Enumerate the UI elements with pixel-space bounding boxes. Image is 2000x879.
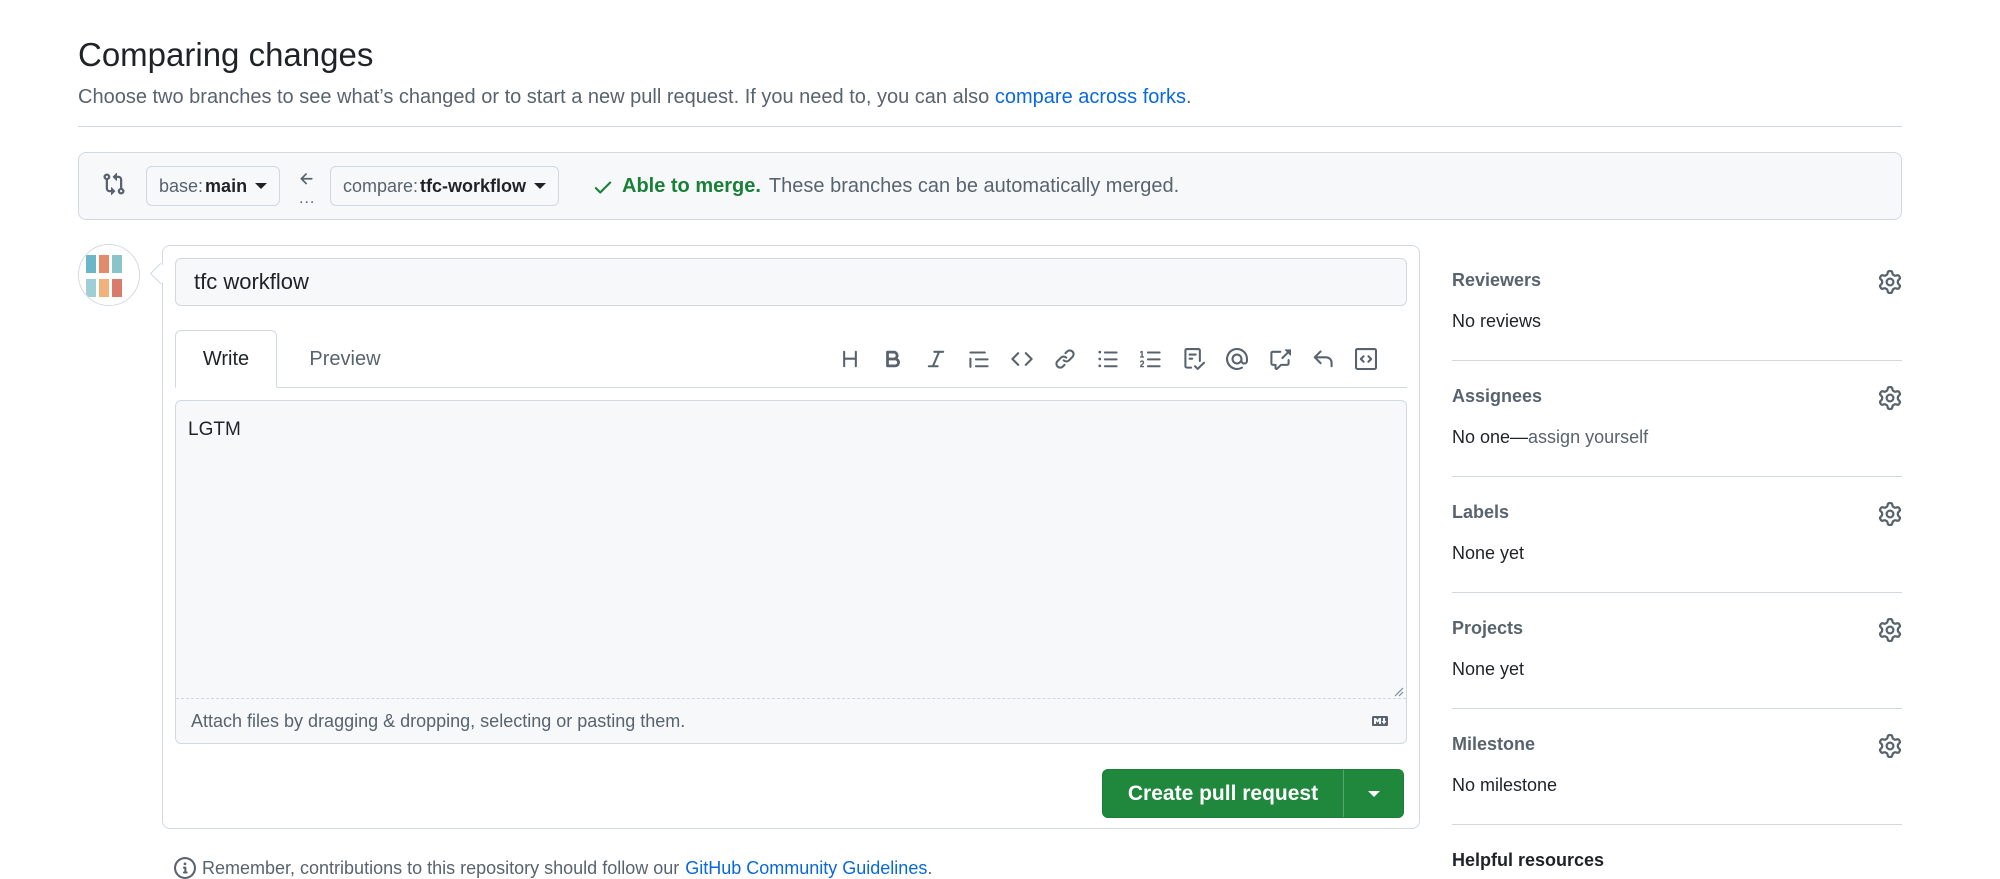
- heading-icon: [843, 350, 857, 368]
- gear-icon[interactable]: [1878, 386, 1902, 410]
- compare-prefix: compare:: [343, 175, 419, 196]
- italic-button[interactable]: [922, 345, 950, 373]
- bold-button[interactable]: [879, 345, 907, 373]
- sidebar-helpful-resources: Helpful resources: [1452, 850, 1902, 871]
- sidebar-divider: [1452, 824, 1902, 825]
- header-divider: [78, 126, 1902, 127]
- merge-status-text: These branches can be automatically merg…: [768, 175, 1180, 197]
- base-prefix: base:: [159, 175, 204, 196]
- link-icon: [1055, 349, 1075, 369]
- contribution-text: Remember, contributions to this reposito…: [202, 857, 680, 878]
- labels-heading: Labels: [1452, 502, 1510, 522]
- markdown-icon[interactable]: [1368, 713, 1392, 729]
- cross-reference-button[interactable]: [1266, 345, 1294, 373]
- gear-icon[interactable]: [1878, 270, 1902, 294]
- pr-body-textarea[interactable]: LGTM: [176, 401, 1406, 698]
- mention-icon: [1226, 348, 1248, 370]
- link-button[interactable]: [1051, 345, 1079, 373]
- reply-button[interactable]: [1309, 345, 1337, 373]
- task-list-button[interactable]: [1180, 345, 1208, 373]
- ordered-list-button[interactable]: [1137, 345, 1165, 373]
- sidebar-divider: [1452, 360, 1902, 361]
- code-icon: [1011, 352, 1033, 366]
- sidebar-assignees: Assignees No one—assign yourself: [1452, 386, 1902, 448]
- contribution-notice: Remember, contributions to this reposito…: [174, 857, 932, 879]
- ordered-list-icon: [1140, 350, 1161, 368]
- resize-handle-icon[interactable]: [1392, 685, 1404, 697]
- create-pull-request-button[interactable]: Create pull request: [1103, 770, 1344, 817]
- attach-files-area[interactable]: Attach files by dragging & dropping, sel…: [176, 698, 1406, 743]
- mention-button[interactable]: [1223, 345, 1251, 373]
- slash-commands-icon: [1355, 348, 1377, 370]
- page-title: Comparing changes: [78, 36, 374, 73]
- sidebar-divider: [1452, 592, 1902, 593]
- cross-reference-icon: [1270, 349, 1291, 370]
- attach-files-hint: Attach files by dragging & dropping, sel…: [191, 710, 686, 731]
- reviewers-heading: Reviewers: [1452, 270, 1542, 290]
- page-subtitle: Choose two branches to see what’s change…: [78, 86, 1192, 109]
- assign-yourself-link[interactable]: assign yourself: [1528, 427, 1648, 447]
- compare-across-forks-link[interactable]: compare across forks: [995, 86, 1186, 108]
- merge-status: Able to merge. These branches can be aut…: [592, 175, 1179, 198]
- info-icon: [174, 857, 196, 879]
- create-options-dropdown[interactable]: [1344, 770, 1403, 817]
- milestone-value: No milestone: [1452, 775, 1558, 795]
- milestone-heading: Milestone: [1452, 734, 1536, 754]
- avatar[interactable]: [78, 244, 140, 306]
- sidebar-milestone: Milestone No milestone: [1452, 734, 1902, 796]
- community-guidelines-link[interactable]: GitHub Community Guidelines: [685, 858, 927, 878]
- base-branch-button[interactable]: base: main: [146, 166, 281, 206]
- arrow-left-icon: [300, 173, 313, 185]
- range-dots: ...: [299, 190, 316, 207]
- assignees-heading: Assignees: [1452, 386, 1543, 406]
- heading-button[interactable]: [836, 345, 864, 373]
- tab-preview[interactable]: Preview: [300, 330, 390, 388]
- create-pull-request-button-group: Create pull request: [1102, 769, 1404, 818]
- guidelines-period: .: [927, 857, 933, 878]
- helpful-resources-heading: Helpful resources: [1452, 850, 1605, 870]
- comment-editor: LGTM Attach files by dragging & dropping…: [175, 400, 1407, 744]
- tab-write[interactable]: Write: [175, 330, 277, 388]
- unordered-list-icon: [1098, 350, 1118, 368]
- slash-commands-button[interactable]: [1352, 345, 1380, 373]
- code-button[interactable]: [1008, 345, 1036, 373]
- subtitle-text: Choose two branches to see what’s change…: [78, 86, 990, 108]
- quote-icon: [969, 351, 989, 368]
- projects-value: None yet: [1452, 659, 1525, 679]
- chevron-down-icon: [255, 183, 268, 189]
- sidebar-divider: [1452, 476, 1902, 477]
- compare-branch-name: tfc-workflow: [420, 175, 527, 196]
- bold-icon: [886, 350, 900, 368]
- git-compare-icon: [103, 172, 125, 196]
- reviewers-value: No reviews: [1452, 311, 1542, 331]
- pr-title-input[interactable]: [175, 258, 1407, 306]
- gear-icon[interactable]: [1878, 618, 1902, 642]
- merge-ok-label: Able to merge.: [622, 175, 761, 197]
- check-icon: [594, 181, 612, 194]
- gear-icon[interactable]: [1878, 734, 1902, 758]
- reply-icon: [1313, 350, 1333, 368]
- compare-branch-button[interactable]: compare: tfc-workflow: [330, 166, 560, 206]
- subtitle-period: .: [1186, 86, 1192, 108]
- sidebar-projects: Projects None yet: [1452, 618, 1902, 680]
- italic-icon: [927, 350, 945, 368]
- sidebar-divider: [1452, 708, 1902, 709]
- assignees-value: No one—assign yourself: [1452, 427, 1902, 448]
- triangle-down-icon: [1367, 790, 1380, 797]
- unordered-list-button[interactable]: [1094, 345, 1122, 373]
- projects-heading: Projects: [1452, 618, 1524, 638]
- base-branch-name: main: [205, 175, 248, 196]
- chevron-down-icon: [534, 183, 547, 189]
- labels-value: None yet: [1452, 543, 1525, 563]
- devlos-logo: [79, 245, 139, 305]
- quote-button[interactable]: [965, 345, 993, 373]
- markdown-toolbar: [836, 345, 1380, 373]
- assignees-none: No one—: [1452, 427, 1529, 447]
- task-list-icon: [1184, 348, 1205, 370]
- sidebar-labels: Labels None yet: [1452, 502, 1902, 564]
- gear-icon[interactable]: [1878, 502, 1902, 526]
- sidebar-reviewers: Reviewers No reviews: [1452, 270, 1902, 332]
